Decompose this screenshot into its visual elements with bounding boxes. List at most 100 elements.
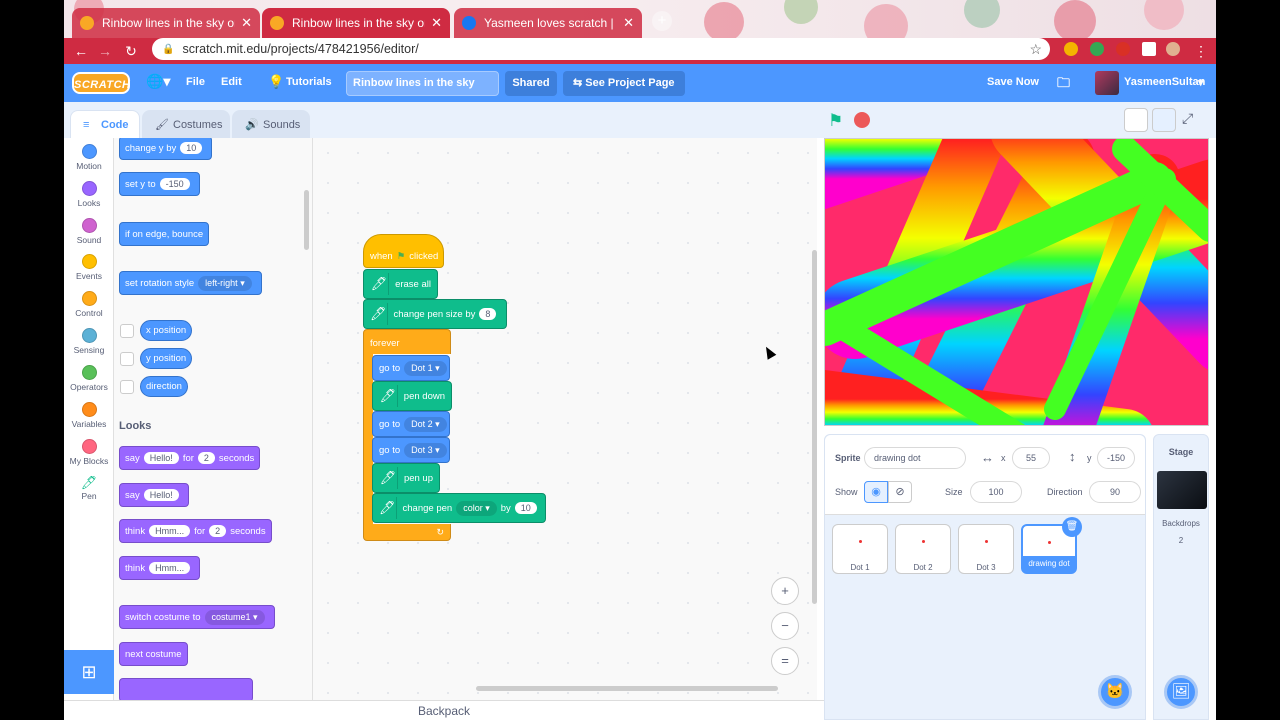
sprite-thumb-dot2[interactable]: Dot 2	[895, 524, 951, 574]
category-my-blocks[interactable]: My Blocks	[64, 439, 114, 466]
extension-icon[interactable]	[1116, 42, 1130, 56]
sprite-thumb-dot3[interactable]: Dot 3	[958, 524, 1014, 574]
go-to-dot1-block[interactable]: go to Dot 1 ▾	[372, 355, 450, 381]
fullscreen-icon[interactable]: ⤢	[1182, 110, 1193, 127]
block-input[interactable]: Hmm...	[149, 562, 191, 574]
category-control[interactable]: Control	[64, 291, 114, 318]
tab-sounds[interactable]: 🔊 Sounds	[232, 110, 310, 138]
size-input[interactable]: 100	[970, 481, 1022, 503]
show-eye-icon[interactable]: ◉	[864, 481, 888, 503]
extension-icon[interactable]	[1064, 42, 1078, 56]
y-position-checkbox[interactable]	[120, 352, 134, 366]
when-flag-clicked-block[interactable]: when ⚑ clicked	[363, 234, 444, 268]
y-input[interactable]: -150	[1097, 447, 1135, 469]
go-to-dot3-block[interactable]: go to Dot 3 ▾	[372, 437, 450, 463]
category-looks[interactable]: Looks	[64, 181, 114, 208]
block-input[interactable]: -150	[159, 178, 190, 190]
category-operators[interactable]: Operators	[64, 365, 114, 392]
target-dropdown[interactable]: Dot 3 ▾	[404, 442, 447, 458]
block-input[interactable]: 10	[180, 142, 203, 154]
extension-icon[interactable]	[1090, 42, 1104, 56]
large-stage-button[interactable]	[1152, 108, 1176, 132]
direction-reporter[interactable]: direction	[140, 376, 188, 397]
username-menu[interactable]: YasmeenSultan	[1124, 76, 1205, 88]
block-input[interactable]: Hmm...	[149, 525, 191, 537]
script-area[interactable]: when ⚑ clicked 🖊 erase all 🖊 change pen si…	[313, 138, 817, 700]
close-tab-icon[interactable]: ✕	[241, 15, 252, 31]
sprite-name-input[interactable]: drawing dot	[864, 447, 966, 469]
change-pen-size-block[interactable]: 🖊 change pen size by 8	[363, 299, 507, 329]
hide-eye-icon[interactable]: ⊘	[888, 481, 912, 503]
scratch-logo[interactable]: SCRATCH	[72, 72, 130, 94]
pen-up-block[interactable]: 🖊 pen up	[372, 463, 440, 493]
costume-dropdown[interactable]: costume1 ▾	[204, 609, 265, 625]
block-input[interactable]: Hello!	[143, 452, 179, 464]
go-to-dot2-block[interactable]: go to Dot 2 ▾	[372, 411, 450, 437]
vertical-scrollbar[interactable]	[812, 250, 817, 604]
pen-down-block[interactable]: 🖊 pen down	[372, 381, 452, 411]
category-events[interactable]: Events	[64, 254, 114, 281]
category-pen[interactable]: 🖊 Pen	[64, 475, 114, 501]
edit-menu[interactable]: Edit	[221, 76, 242, 88]
tutorials-menu[interactable]: Tutorials	[286, 76, 332, 88]
block-input[interactable]: 8	[479, 308, 497, 320]
tab-1[interactable]: Rinbow lines in the sky on Scratc ✕	[72, 8, 260, 38]
palette-scrollbar[interactable]	[304, 190, 309, 250]
my-stuff-folder-icon[interactable]: 🗀	[1057, 74, 1070, 96]
save-now-button[interactable]: Save Now	[987, 76, 1039, 88]
block-input[interactable]: 10	[514, 502, 537, 514]
zoom-in-button[interactable]: +	[771, 577, 799, 605]
y-position-reporter[interactable]: y position	[140, 348, 193, 369]
url-field[interactable]: 🔒 scratch.mit.edu/projects/478421956/edi…	[152, 38, 1050, 60]
target-dropdown[interactable]: Dot 1 ▾	[404, 360, 447, 376]
tab-3[interactable]: Yasmeen loves scratch | Facebo ✕	[454, 8, 642, 38]
x-position-reporter[interactable]: x position	[140, 320, 193, 341]
forward-arrow-icon[interactable]: →	[92, 43, 118, 59]
green-flag-icon[interactable]: ⚑	[828, 111, 843, 131]
stage-selector[interactable]: Stage Backdrops 2 🖼	[1153, 434, 1209, 720]
next-costume-block[interactable]: next costume	[119, 642, 188, 666]
zoom-reset-button[interactable]: =	[771, 647, 799, 675]
x-input[interactable]: 55	[1012, 447, 1050, 469]
see-project-page-button[interactable]: ⇆ See Project Page	[563, 71, 685, 96]
sprite-thumb-dot1[interactable]: Dot 1	[832, 524, 888, 574]
add-sprite-button[interactable]: 🐱	[1098, 675, 1132, 709]
rotation-style-block[interactable]: set rotation style left-right ▾	[119, 271, 262, 295]
pen-param-dropdown[interactable]: color ▾	[456, 500, 497, 516]
rotation-dropdown[interactable]: left-right ▾	[198, 275, 252, 291]
chevron-down-icon[interactable]: ▾	[1198, 76, 1204, 89]
set-y-block[interactable]: set y to -150	[119, 172, 200, 196]
category-variables[interactable]: Variables	[64, 402, 114, 429]
direction-input[interactable]: 90	[1089, 481, 1141, 503]
bounce-block[interactable]: if on edge, bounce	[119, 222, 210, 246]
target-dropdown[interactable]: Dot 2 ▾	[404, 416, 447, 432]
reload-icon[interactable]: ↻	[118, 43, 144, 60]
say-block[interactable]: say Hello!	[119, 483, 189, 507]
change-pen-color-block[interactable]: 🖊 change pen color ▾ by 10	[372, 493, 546, 523]
erase-all-block[interactable]: 🖊 erase all	[363, 269, 438, 299]
add-extension-button[interactable]: ⊞	[64, 650, 114, 694]
category-sensing[interactable]: Sensing	[64, 328, 114, 355]
stop-sign-icon[interactable]	[854, 112, 870, 128]
shared-button[interactable]: Shared	[505, 71, 557, 96]
puzzle-extensions-icon[interactable]	[1142, 42, 1156, 56]
block-input[interactable]: 2	[197, 452, 215, 464]
close-tab-icon[interactable]: ✕	[623, 15, 634, 31]
stage-canvas[interactable]	[824, 138, 1209, 426]
category-sound[interactable]: Sound	[64, 218, 114, 245]
back-arrow-icon[interactable]: ←	[68, 43, 94, 59]
profile-avatar-icon[interactable]	[1166, 42, 1180, 56]
backpack-bar[interactable]: Backpack	[64, 700, 824, 720]
change-y-block[interactable]: change y by 10	[119, 138, 213, 160]
user-avatar[interactable]	[1095, 71, 1119, 95]
globe-language-icon[interactable]: 🌐▾	[146, 73, 170, 90]
x-position-checkbox[interactable]	[120, 324, 134, 338]
category-motion[interactable]: Motion	[64, 144, 114, 171]
think-for-block[interactable]: think Hmm... for 2 seconds	[119, 519, 272, 543]
switch-costume-block[interactable]: switch costume to costume1 ▾	[119, 605, 275, 629]
new-tab-button[interactable]: +	[652, 11, 672, 31]
tab-costumes[interactable]: 🖌 Costumes	[142, 110, 230, 138]
think-block[interactable]: think Hmm...	[119, 556, 201, 580]
small-stage-button[interactable]	[1124, 108, 1148, 132]
bookmark-star-icon[interactable]: ☆	[1029, 41, 1042, 58]
